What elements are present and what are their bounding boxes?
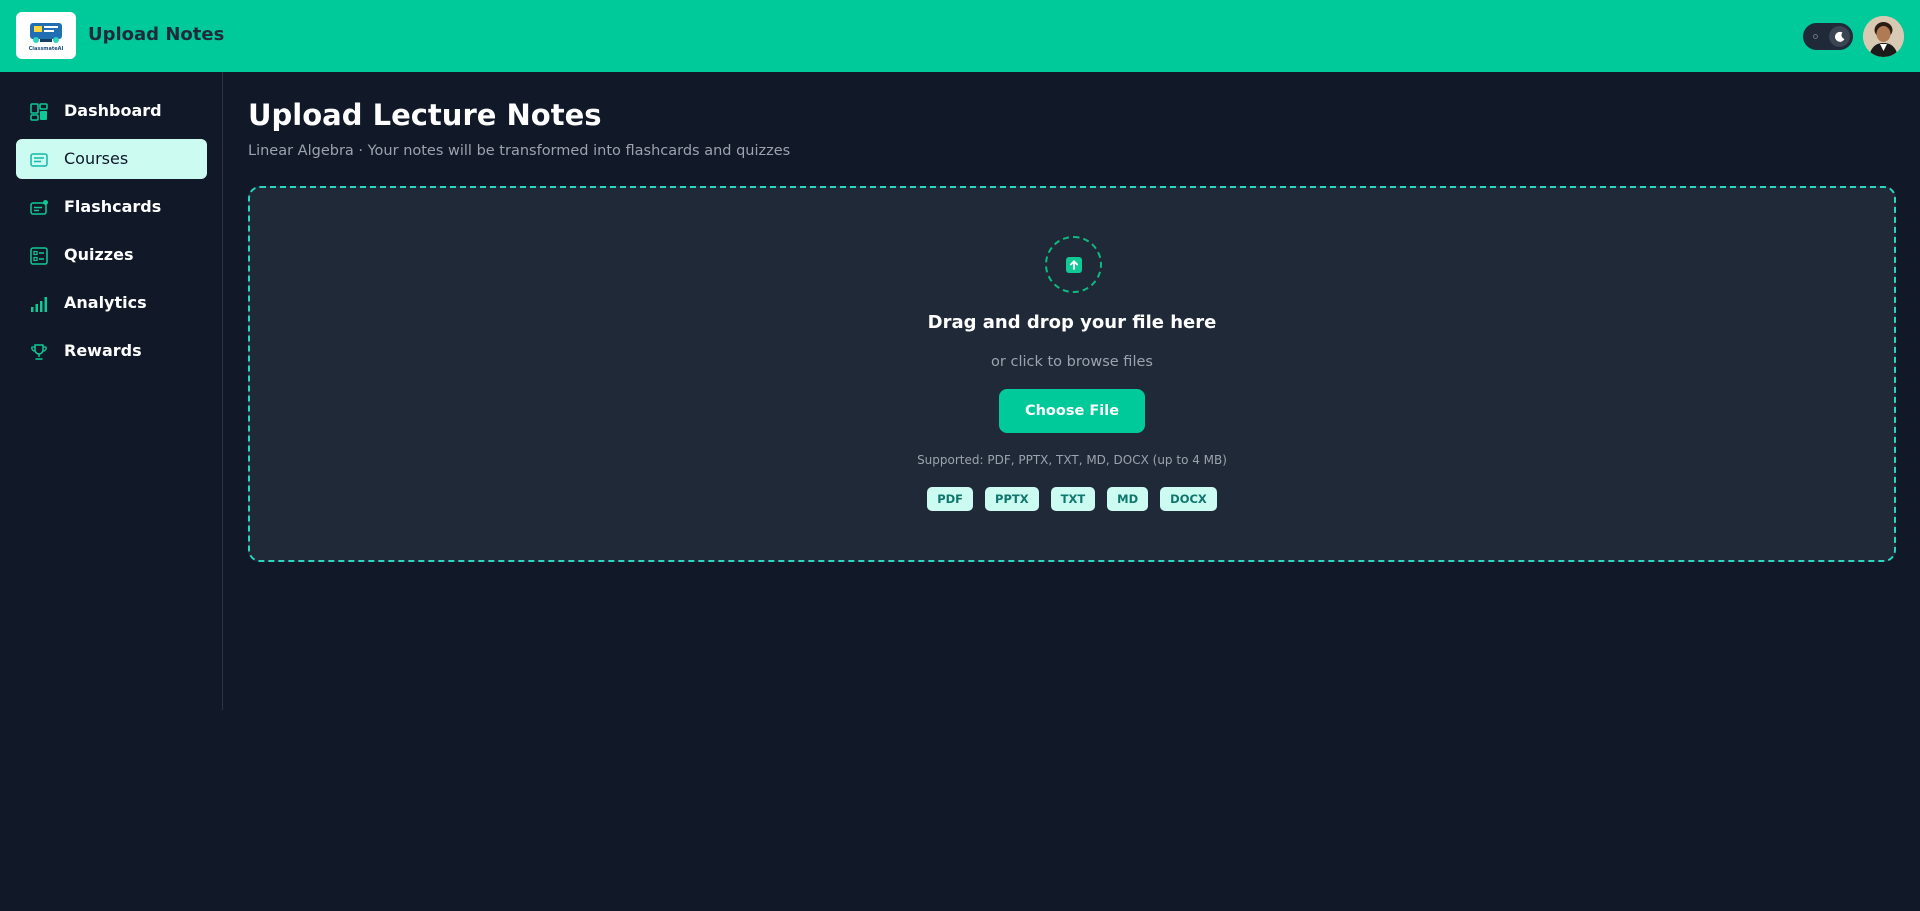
sidebar-item-flashcards[interactable]: Flashcards (16, 187, 207, 227)
sun-icon (1813, 34, 1818, 39)
file-type-tag-pptx: PPTX (985, 487, 1039, 511)
theme-toggle[interactable] (1803, 23, 1853, 50)
sidebar-item-label: Analytics (64, 293, 147, 312)
quizzes-icon (30, 247, 48, 265)
courses-icon (30, 151, 48, 169)
page-subtitle: Linear Algebra · Your notes will be tran… (248, 143, 791, 159)
moon-icon (1834, 31, 1844, 42)
upload-icon (1065, 256, 1082, 273)
choose-file-button[interactable]: Choose File (999, 389, 1145, 433)
sidebar-item-rewards[interactable]: Rewards (16, 331, 207, 371)
sidebar-item-analytics[interactable]: Analytics (16, 283, 207, 323)
sidebar-item-label: Rewards (64, 341, 142, 360)
page-title: Upload Lecture Notes (248, 98, 602, 132)
sidebar-item-label: Flashcards (64, 197, 162, 216)
file-dropzone[interactable]: Drag and drop your file here or click to… (248, 186, 1896, 562)
sidebar-item-dashboard[interactable]: Dashboard (16, 91, 207, 131)
file-type-tag-pdf: PDF (927, 487, 974, 511)
sidebar-item-quizzes[interactable]: Quizzes (16, 235, 207, 275)
toggle-knob (1829, 26, 1850, 47)
upload-icon-circle (1045, 236, 1102, 293)
sidebar-item-label: Dashboard (64, 101, 162, 120)
sidebar: Dashboard Courses Flashcards Quizzes Ana… (0, 72, 223, 710)
analytics-icon (30, 295, 48, 313)
file-type-tag-md: MD (1107, 487, 1149, 511)
sidebar-item-label: Quizzes (64, 245, 134, 264)
dropzone-title: Drag and drop your file here (927, 312, 1217, 333)
file-type-tags: PDF PPTX TXT MD DOCX (250, 487, 1894, 511)
user-avatar[interactable] (1863, 16, 1904, 57)
app-logo[interactable]: ClassmateAI (16, 12, 76, 59)
file-type-tag-txt: TXT (1050, 487, 1096, 511)
logo-icon (30, 23, 62, 43)
logo-text: ClassmateAI (28, 46, 64, 52)
dropzone-subtitle: or click to browse files (991, 354, 1153, 370)
flashcards-icon (30, 199, 48, 217)
supported-formats-text: Supported: PDF, PPTX, TXT, MD, DOCX (up … (917, 453, 1227, 467)
file-type-tag-docx: DOCX (1160, 487, 1217, 511)
trophy-icon (30, 343, 48, 361)
page-header-title: Upload Notes (88, 24, 225, 45)
sidebar-item-label: Courses (64, 149, 129, 168)
sidebar-item-courses[interactable]: Courses (16, 139, 207, 179)
dashboard-icon (30, 103, 48, 121)
top-header: ClassmateAI Upload Notes (0, 0, 1920, 72)
avatar-image (1863, 16, 1904, 57)
